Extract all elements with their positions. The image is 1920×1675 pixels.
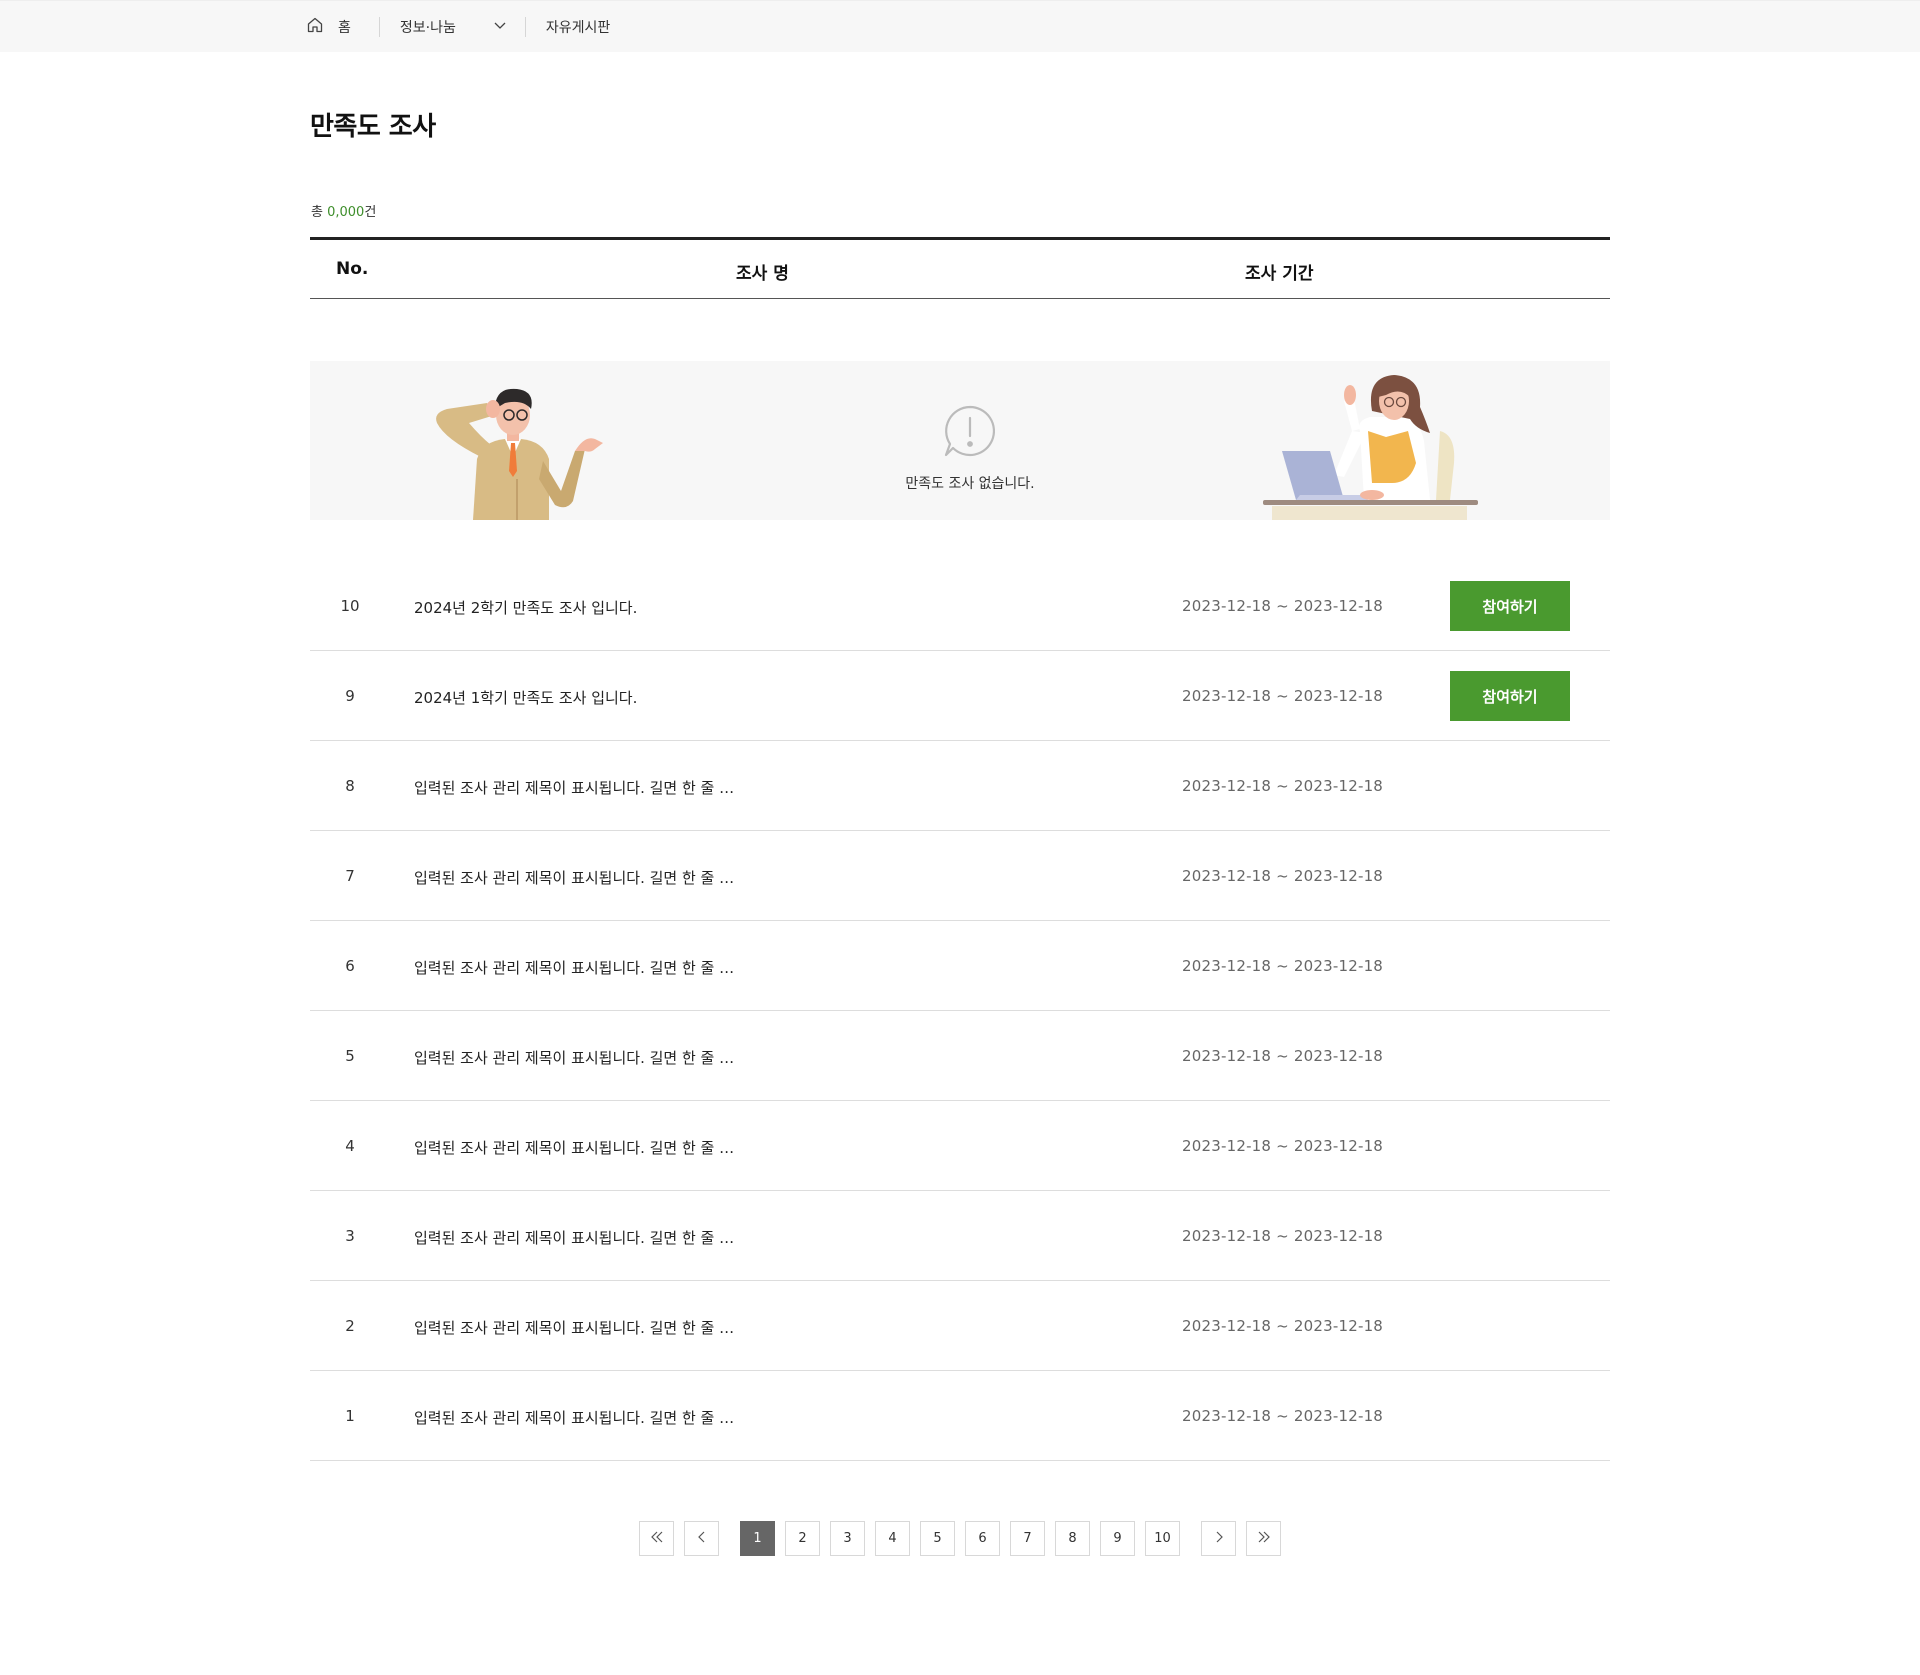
breadcrumb: 홈 정보·나눔 자유게시판: [306, 1, 610, 53]
table-row[interactable]: 2 입력된 조사 관리 제목이 표시됩니다. 길면 한 줄 … 2023-12-18…: [310, 1281, 1610, 1371]
survey-title-link[interactable]: 2024년 1학기 만족도 조사 입니다.: [414, 687, 637, 708]
row-number: 6: [345, 957, 355, 975]
chevron-down-icon: [493, 18, 507, 36]
survey-title-link[interactable]: 입력된 조사 관리 제목이 표시됩니다. 길면 한 줄 …: [414, 957, 734, 978]
join-survey-button[interactable]: 참여하기: [1450, 581, 1570, 631]
page-number-button[interactable]: 4: [875, 1521, 910, 1556]
survey-period: 2023-12-18 ~ 2023-12-18: [1182, 1047, 1384, 1065]
breadcrumb-current-label: 자유게시판: [545, 20, 611, 36]
survey-title-link[interactable]: 입력된 조사 관리 제목이 표시됩니다. 길면 한 줄 …: [414, 1317, 734, 1338]
page-number-button[interactable]: 3: [830, 1521, 865, 1556]
page-number-button[interactable]: 5: [920, 1521, 955, 1556]
breadcrumb-section-dropdown[interactable]: 정보·나눔: [380, 17, 525, 37]
pagination: 1 2 3 4 5 6 7 8 9 10: [0, 1521, 1920, 1556]
page-number-button[interactable]: 7: [1010, 1521, 1045, 1556]
survey-title-link[interactable]: 입력된 조사 관리 제목이 표시됩니다. 길면 한 줄 …: [414, 867, 734, 888]
survey-period: 2023-12-18 ~ 2023-12-18: [1182, 687, 1384, 705]
survey-title-link[interactable]: 입력된 조사 관리 제목이 표시됩니다. 길면 한 줄 …: [414, 1407, 734, 1428]
page-number-button[interactable]: 1: [740, 1521, 775, 1556]
page-number-button[interactable]: 8: [1055, 1521, 1090, 1556]
survey-period: 2023-12-18 ~ 2023-12-18: [1182, 957, 1384, 975]
survey-period: 2023-12-18 ~ 2023-12-18: [1182, 867, 1384, 885]
empty-state-message: 만족도 조사 없습니다.: [905, 476, 1035, 492]
alert-speech-bubble-icon: [870, 403, 1070, 459]
row-number: 7: [345, 867, 355, 885]
table-row[interactable]: 3 입력된 조사 관리 제목이 표시됩니다. 길면 한 줄 … 2023-12-18…: [310, 1191, 1610, 1281]
double-chevron-right-icon: [1257, 1530, 1271, 1548]
breadcrumb-home[interactable]: 홈: [306, 16, 379, 38]
table-header: No. 조사 명 조사 기간: [310, 237, 1610, 299]
table-row[interactable]: 7 입력된 조사 관리 제목이 표시됩니다. 길면 한 줄 … 2023-12-18…: [310, 831, 1610, 921]
page-number-button[interactable]: 10: [1145, 1521, 1180, 1556]
survey-period: 2023-12-18 ~ 2023-12-18: [1182, 1227, 1384, 1245]
column-header-no: No.: [336, 259, 369, 279]
table-row[interactable]: 4 입력된 조사 관리 제목이 표시됩니다. 길면 한 줄 … 2023-12-18…: [310, 1101, 1610, 1191]
page-number-button[interactable]: 2: [785, 1521, 820, 1556]
row-number: 9: [345, 687, 355, 705]
breadcrumb-home-label: 홈: [338, 20, 351, 36]
survey-title-link[interactable]: 입력된 조사 관리 제목이 표시됩니다. 길면 한 줄 …: [414, 1227, 734, 1248]
double-chevron-left-icon: [650, 1530, 664, 1548]
survey-title-link[interactable]: 입력된 조사 관리 제목이 표시됩니다. 길면 한 줄 …: [414, 1047, 734, 1068]
row-number: 1: [345, 1407, 355, 1425]
table-row[interactable]: 5 입력된 조사 관리 제목이 표시됩니다. 길면 한 줄 … 2023-12-18…: [310, 1011, 1610, 1101]
page-number-button[interactable]: 6: [965, 1521, 1000, 1556]
total-prefix: 총: [311, 205, 328, 220]
woman-illustration: [1263, 375, 1478, 520]
last-page-button[interactable]: [1246, 1521, 1281, 1556]
table-row[interactable]: 1 입력된 조사 관리 제목이 표시됩니다. 길면 한 줄 … 2023-12-18…: [310, 1371, 1610, 1461]
table-row[interactable]: 9 2024년 1학기 만족도 조사 입니다. 2023-12-18 ~ 2023-…: [310, 651, 1610, 741]
join-survey-button[interactable]: 참여하기: [1450, 671, 1570, 721]
page-number-list: 1 2 3 4 5 6 7 8 9 10: [735, 1521, 1185, 1556]
breadcrumb-current[interactable]: 자유게시판: [526, 17, 610, 37]
page-title: 만족도 조사: [310, 112, 436, 142]
survey-title-link[interactable]: 입력된 조사 관리 제목이 표시됩니다. 길면 한 줄 …: [414, 1137, 734, 1158]
row-number: 4: [345, 1137, 355, 1155]
survey-title-link[interactable]: 2024년 2학기 만족도 조사 입니다.: [414, 597, 637, 618]
survey-list: 10 2024년 2학기 만족도 조사 입니다. 2023-12-18 ~ 2023…: [310, 561, 1610, 1461]
chevron-right-icon: [1212, 1530, 1226, 1548]
man-illustration: [436, 388, 603, 520]
table-row[interactable]: 8 입력된 조사 관리 제목이 표시됩니다. 길면 한 줄 … 2023-12-18…: [310, 741, 1610, 831]
empty-state: 만족도 조사 없습니다.: [870, 403, 1070, 493]
survey-title-link[interactable]: 입력된 조사 관리 제목이 표시됩니다. 길면 한 줄 …: [414, 777, 734, 798]
home-icon: [306, 16, 324, 38]
table-row[interactable]: 6 입력된 조사 관리 제목이 표시됩니다. 길면 한 줄 … 2023-12-18…: [310, 921, 1610, 1011]
survey-period: 2023-12-18 ~ 2023-12-18: [1182, 597, 1384, 615]
column-header-period: 조사 기간: [1245, 264, 1314, 284]
breadcrumb-bar: 홈 정보·나눔 자유게시판: [0, 0, 1920, 52]
row-number: 8: [345, 777, 355, 795]
row-number: 10: [340, 597, 360, 615]
empty-state-banner: 만족도 조사 없습니다.: [310, 361, 1610, 520]
prev-page-button[interactable]: [684, 1521, 719, 1556]
next-page-button[interactable]: [1201, 1521, 1236, 1556]
survey-period: 2023-12-18 ~ 2023-12-18: [1182, 1407, 1384, 1425]
row-number: 3: [345, 1227, 355, 1245]
total-suffix: 건: [364, 205, 377, 220]
column-header-name: 조사 명: [736, 264, 789, 284]
total-count: 총 0,000건: [311, 201, 376, 220]
row-number: 2: [345, 1317, 355, 1335]
survey-period: 2023-12-18 ~ 2023-12-18: [1182, 1137, 1384, 1155]
chevron-left-icon: [695, 1530, 709, 1548]
table-row[interactable]: 10 2024년 2학기 만족도 조사 입니다. 2023-12-18 ~ 2023…: [310, 561, 1610, 651]
survey-period: 2023-12-18 ~ 2023-12-18: [1182, 777, 1384, 795]
total-count-value: 0,000: [327, 205, 365, 220]
breadcrumb-section-label: 정보·나눔: [399, 20, 456, 36]
first-page-button[interactable]: [639, 1521, 674, 1556]
row-number: 5: [345, 1047, 355, 1065]
survey-period: 2023-12-18 ~ 2023-12-18: [1182, 1317, 1384, 1335]
page-number-button[interactable]: 9: [1100, 1521, 1135, 1556]
